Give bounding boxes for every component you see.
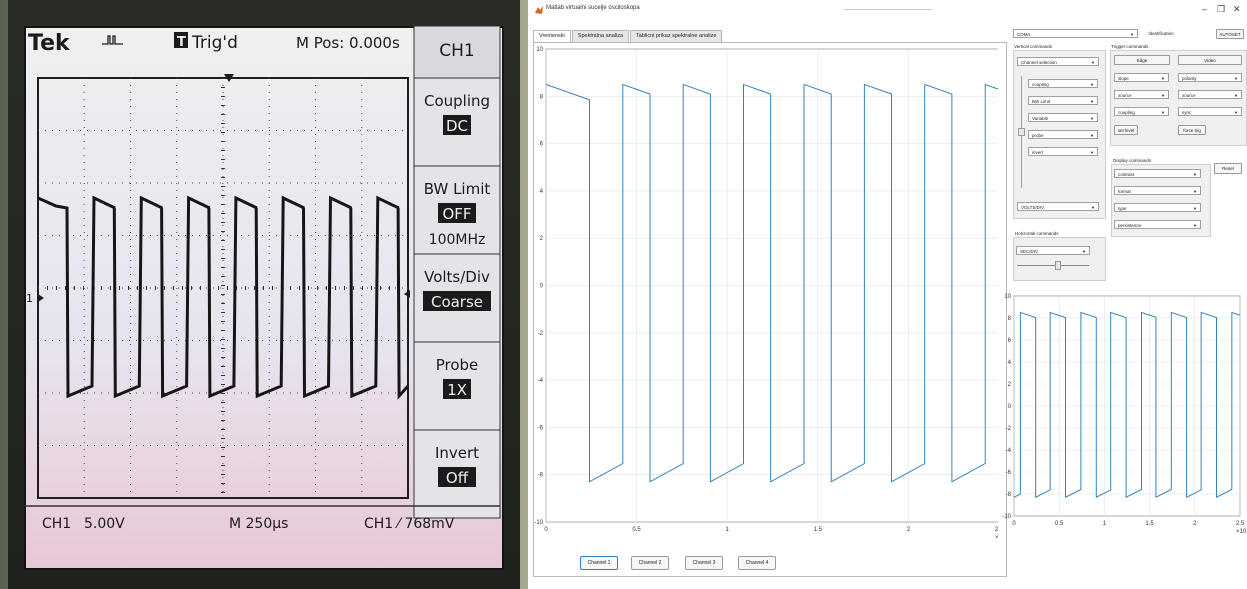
preview-plot-xtick-label: 0.5 xyxy=(1055,521,1064,527)
ch1-side-menu: CH1 Coupling DC BW Limit OFF 100MHz Volts/Div C… xyxy=(24,26,501,519)
preview-plot-ytick-label: 10 xyxy=(1004,294,1011,300)
trigger-mode-icon xyxy=(102,35,123,45)
menu-item-value: OFF xyxy=(442,205,471,223)
menu-item-label: Volts/Div xyxy=(424,268,490,286)
preview-plot-ytick-label: -10 xyxy=(1002,514,1011,520)
trigger-state: Trig'd xyxy=(191,33,238,53)
preview-plot-x-exponent: ×10⁻³ xyxy=(1236,529,1247,535)
preview-plot-ytick-label: -4 xyxy=(1006,448,1012,454)
menu-item-label: BW Limit xyxy=(424,180,491,198)
ch1-ground-marker: 1 xyxy=(26,292,33,305)
menu-item-value: Coarse xyxy=(431,293,483,311)
preview-plot-xtick-label: 0 xyxy=(1012,521,1016,527)
menu-item-value: Off xyxy=(446,469,469,487)
menu-item-label: Invert xyxy=(435,444,479,462)
preview-plot-xtick-label: 1 xyxy=(1103,521,1107,527)
menu-item-value: 1X xyxy=(447,381,467,399)
preview-waveform-plot: 0 0.5 1 1.5 2 2.5 10 8 6 4 2 0 -2 -4 -6 -8 -10 ×10⁻³ xyxy=(1002,294,1247,535)
menu-item-value: DC xyxy=(446,117,468,135)
trigger-badge-letter: T xyxy=(177,35,186,50)
preview-plot-xtick-label: 2.5 xyxy=(1236,521,1245,527)
m-pos-label: M Pos: 0.000s xyxy=(296,34,400,52)
menu-item-label: Coupling xyxy=(424,92,490,110)
preview-plot-xtick-label: 1.5 xyxy=(1145,521,1154,527)
status-trigger: CH1 ⁄ 768mV xyxy=(364,516,455,532)
status-volts-div: 5.00V xyxy=(84,516,125,532)
status-time-div: M 250µs xyxy=(229,516,288,532)
ch1-ground-arrow xyxy=(38,294,44,302)
preview-plot-ytick-label: -2 xyxy=(1006,426,1012,432)
preview-plot-ytick-label: 0 xyxy=(1008,404,1012,410)
status-channel: CH1 xyxy=(42,516,71,532)
preview-plot-ytick-label: 6 xyxy=(1008,338,1012,344)
oscilloscope-photo: Tek T Trig'd M Pos: 0.000s 1 CH1 Coupling… xyxy=(0,0,528,589)
preview-plot-ytick-label: -8 xyxy=(1006,492,1012,498)
preview-plot-ytick-label: -6 xyxy=(1006,470,1012,476)
menu-title: CH1 xyxy=(439,41,474,61)
preview-plot-xtick-label: 2 xyxy=(1193,521,1197,527)
menu-item-extra: 100MHz xyxy=(429,232,486,248)
brand-label: Tek xyxy=(28,31,71,56)
menu-item-label: Probe xyxy=(436,356,479,374)
oscilloscope-display: Tek T Trig'd M Pos: 0.000s 1 CH1 Coupling… xyxy=(24,26,501,532)
preview-plot-ytick-label: 8 xyxy=(1008,316,1012,322)
preview-plot-ytick-label: 2 xyxy=(1008,382,1012,388)
preview-plot-ytick-label: 4 xyxy=(1008,360,1012,366)
